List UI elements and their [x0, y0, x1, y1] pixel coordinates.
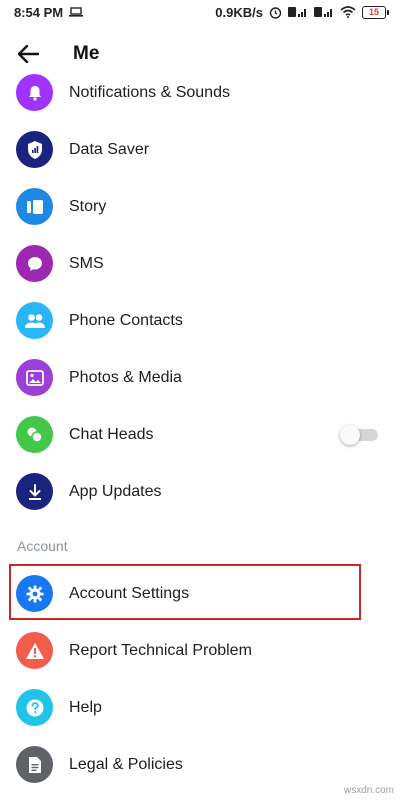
bell-icon [16, 74, 53, 111]
download-icon [16, 473, 53, 510]
image-icon [16, 359, 53, 396]
status-time: 8:54 PM [14, 4, 64, 20]
list-item-label: App Updates [69, 482, 162, 500]
list-item-label: Phone Contacts [69, 311, 183, 329]
list-item-label: Photos & Media [69, 368, 182, 386]
signal-2-icon [314, 6, 334, 18]
list-item-report-problem[interactable]: Report Technical Problem [0, 622, 400, 679]
laptop-icon [69, 7, 84, 17]
network-speed: 0.9KB/s [215, 4, 263, 20]
list-item-help[interactable]: Help [0, 679, 400, 736]
list-item-photos-media[interactable]: Photos & Media [0, 349, 400, 406]
list-item-label: Account Settings [69, 584, 190, 602]
battery-icon: 15 [362, 5, 389, 19]
list-item-label: Notifications & Sounds [69, 83, 230, 101]
shield-signal-icon [16, 131, 53, 168]
list-item-notifications[interactable]: Notifications & Sounds [0, 64, 400, 121]
gear-icon [16, 575, 53, 612]
list-item-label: Legal & Policies [69, 755, 183, 773]
list-item-data-saver[interactable]: Data Saver [0, 121, 400, 178]
watermark: wsxdn.com [343, 785, 394, 796]
people-icon [16, 302, 53, 339]
wifi-icon [340, 6, 356, 18]
document-icon [16, 746, 53, 783]
battery-level: 15 [368, 7, 379, 17]
list-item-label: Report Technical Problem [69, 641, 252, 659]
list-item-label: Data Saver [69, 140, 150, 158]
toggle-knob [340, 424, 360, 445]
list-item-label: Help [69, 698, 102, 716]
list-item-phone-contacts[interactable]: Phone Contacts [0, 292, 400, 349]
story-icon [16, 188, 53, 225]
list-item-legal-policies[interactable]: Legal & Policies [0, 736, 400, 793]
help-icon [16, 689, 53, 726]
list-item-app-updates[interactable]: App Updates [0, 463, 400, 520]
section-header-account: Account [17, 538, 68, 554]
status-bar: 8:54 PM 0.9KB/s 15 [0, 0, 400, 24]
back-arrow-icon [17, 45, 39, 63]
alarm-icon [269, 6, 282, 19]
list-item-account-settings[interactable]: Account Settings [0, 565, 400, 622]
signal-1-icon [288, 6, 308, 18]
list-item-sms[interactable]: SMS [0, 235, 400, 292]
list-item-label: Story [69, 197, 107, 215]
list-item-label: Chat Heads [69, 425, 154, 443]
list-item-chat-heads[interactable]: Chat Heads [0, 406, 400, 463]
warning-icon [16, 632, 53, 669]
chat-bubble-icon [16, 245, 53, 282]
chat-heads-icon [16, 416, 53, 453]
list-item-label: SMS [69, 254, 104, 272]
page-title: Me [73, 43, 100, 64]
chat-heads-toggle[interactable] [340, 424, 380, 445]
list-item-story[interactable]: Story [0, 178, 400, 235]
